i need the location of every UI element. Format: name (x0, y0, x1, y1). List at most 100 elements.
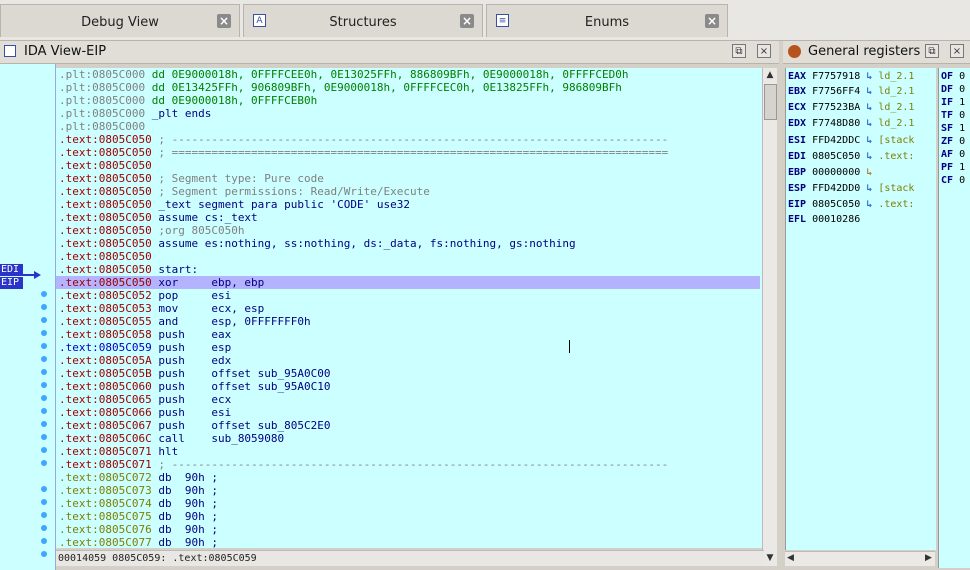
register-value[interactable]: F7757918 (806, 71, 860, 82)
disasm-line[interactable]: .text:0805C076 db 90h ; (59, 523, 218, 536)
jump-arrow-icon[interactable]: ↳ (860, 199, 878, 210)
register-row[interactable]: EDI 0805C050 ↳ .text: (788, 150, 914, 163)
register-row[interactable]: EDX F7748D80 ↳ ld_2.1 (788, 117, 914, 130)
breakpoint-dot-icon[interactable] (41, 291, 47, 297)
register-value[interactable]: 00000000 (806, 167, 860, 178)
breakpoint-dot-icon[interactable] (41, 512, 47, 518)
breakpoint-dot-icon[interactable] (41, 538, 47, 544)
flag-row[interactable]: SF 1 (941, 122, 965, 135)
scroll-thumb[interactable] (764, 84, 777, 120)
jump-arrow-icon[interactable]: ↳ (860, 86, 878, 97)
disasm-line[interactable]: .text:0805C067 push offset sub_805C2E0 (59, 419, 331, 432)
flag-row[interactable]: CF 0 (941, 174, 965, 187)
tab-enums[interactable]: ≡ Enums × (486, 4, 728, 37)
flag-row[interactable]: DF 0 (941, 83, 965, 96)
disasm-line[interactable]: .plt:0805C000 dd 0E13425FFh, 906809BFh, … (59, 81, 622, 94)
scroll-up-icon[interactable]: ▲ (764, 70, 776, 80)
close-icon[interactable]: × (705, 14, 719, 28)
flag-value[interactable]: 1 (953, 97, 965, 108)
register-row[interactable]: ECX F77523BA ↳ ld_2.1 (788, 101, 914, 114)
disasm-line[interactable]: .text:0805C072 db 90h ; (59, 471, 218, 484)
close-icon[interactable]: × (950, 44, 964, 58)
disasm-line[interactable]: .text:0805C050 _text segment para public… (59, 198, 410, 211)
disasm-line[interactable]: .text:0805C066 push esi (59, 406, 231, 419)
jump-arrow-icon[interactable]: ↳ (860, 118, 878, 129)
scroll-left-icon[interactable]: ◀ (787, 553, 794, 563)
disasm-line[interactable]: .text:0805C050 (59, 250, 158, 263)
register-row[interactable]: EIP 0805C050 ↳ .text: (788, 198, 914, 211)
breakpoint-dot-icon[interactable] (41, 460, 47, 466)
disasm-line[interactable]: .text:0805C071 ; -----------------------… (59, 458, 668, 471)
float-icon[interactable]: ⧉ (732, 44, 746, 58)
flag-value[interactable]: 0 (953, 136, 965, 147)
disasm-line[interactable]: .text:0805C058 push eax (59, 328, 231, 341)
horizontal-scrollbar[interactable]: ◀ ▶ (785, 551, 935, 566)
vertical-scrollbar[interactable]: ▲ ▼ (762, 68, 777, 566)
disasm-line[interactable]: .text:0805C060 push offset sub_95A0C10 (59, 380, 331, 393)
disasm-line[interactable]: .text:0805C050 ; =======================… (59, 146, 668, 159)
disasm-line[interactable]: .text:0805C074 db 90h ; (59, 497, 218, 510)
disasm-line[interactable]: .text:0805C050 (59, 159, 158, 172)
disasm-line[interactable]: .plt:0805C000 dd 0E9000018h, 0FFFFCEE0h,… (59, 68, 629, 81)
flag-row[interactable]: TF 0 (941, 109, 965, 122)
float-icon[interactable]: ⧉ (925, 44, 939, 58)
register-row[interactable]: EFL 00010286 (788, 213, 860, 226)
flag-value[interactable]: 0 (953, 149, 965, 160)
register-row[interactable]: EBX F7756FF4 ↳ ld_2.1 (788, 85, 914, 98)
flag-value[interactable]: 1 (953, 123, 965, 134)
disasm-line[interactable]: .text:0805C065 push ecx (59, 393, 231, 406)
register-value[interactable]: F77523BA (806, 102, 860, 113)
disasm-line[interactable]: .plt:0805C000 (59, 120, 152, 133)
disasm-line[interactable]: .text:0805C06C call sub_8059080 (59, 432, 284, 445)
flag-value[interactable]: 0 (953, 110, 965, 121)
breakpoint-dot-icon[interactable] (41, 408, 47, 414)
register-row[interactable]: EAX F7757918 ↳ ld_2.1 (788, 70, 914, 83)
flag-value[interactable]: 0 (953, 175, 965, 186)
close-icon[interactable]: × (460, 14, 474, 28)
register-value[interactable]: 0805C050 (806, 151, 860, 162)
disasm-line[interactable]: .text:0805C050 assume cs:_text (59, 211, 258, 224)
register-value[interactable]: FFD42DDC (806, 135, 860, 146)
disassembly-view[interactable]: .plt:0805C000 dd 0E9000018h, 0FFFFCEE0h,… (56, 68, 762, 548)
disasm-line[interactable]: .plt:0805C000 dd 0E9000018h, 0FFFFCEB0h (59, 94, 317, 107)
breakpoint-dot-icon[interactable] (41, 486, 47, 492)
tab-structures[interactable]: A Structures × (243, 4, 483, 37)
disasm-line[interactable]: .text:0805C05B push offset sub_95A0C00 (59, 367, 331, 380)
jump-arrow-icon[interactable]: ↳ (860, 71, 878, 82)
breakpoint-dot-icon[interactable] (41, 499, 47, 505)
breakpoint-dot-icon[interactable] (41, 382, 47, 388)
breakpoint-dot-icon[interactable] (41, 395, 47, 401)
register-value[interactable]: 0805C050 (806, 199, 860, 210)
disasm-line[interactable]: .text:0805C050 ; Segment permissions: Re… (59, 185, 430, 198)
flag-row[interactable]: PF 1 (941, 161, 965, 174)
disasm-line[interactable]: .text:0805C077 db 90h ; (59, 536, 218, 548)
scroll-down-icon[interactable]: ▼ (764, 553, 776, 563)
jump-arrow-icon[interactable]: ↳ (860, 151, 878, 162)
breakpoint-dot-icon[interactable] (41, 421, 47, 427)
breakpoint-dot-icon[interactable] (41, 525, 47, 531)
jump-arrow-icon[interactable]: ↳ (860, 102, 878, 113)
flag-value[interactable]: 0 (953, 71, 965, 82)
register-value[interactable]: F7748D80 (806, 118, 860, 129)
register-value[interactable]: F7756FF4 (806, 86, 860, 97)
registers-pane[interactable]: EAX F7757918 ↳ ld_2.1 EBX F7756FF4 ↳ ld_2… (785, 68, 936, 550)
tab-debug-view[interactable]: Debug View × (0, 4, 240, 37)
flag-row[interactable]: OF 0 (941, 70, 965, 83)
flags-pane[interactable]: OF 0 DF 0 IF 1 TF 0 SF 1 ZF 0 AF 0 PF 1 CF 0 (938, 68, 970, 568)
flag-row[interactable]: AF 0 (941, 148, 965, 161)
flag-value[interactable]: 1 (953, 162, 965, 173)
register-row[interactable]: ESI FFD42DDC ↳ [stack (788, 134, 914, 147)
close-icon[interactable]: × (217, 14, 231, 28)
breakpoint-dot-icon[interactable] (41, 317, 47, 323)
disasm-line[interactable]: .text:0805C05A push edx (59, 354, 231, 367)
breakpoint-dot-icon[interactable] (41, 343, 47, 349)
disasm-line[interactable]: .text:0805C050 start: (59, 263, 198, 276)
register-value[interactable]: FFD42DD0 (806, 183, 860, 194)
jump-arrow-icon[interactable]: ↳ (860, 183, 878, 194)
disasm-line[interactable]: .text:0805C071 hlt (59, 445, 178, 458)
disasm-line[interactable]: .text:0805C075 db 90h ; (59, 510, 218, 523)
breakpoint-dot-icon[interactable] (41, 330, 47, 336)
flag-row[interactable]: IF 1 (941, 96, 965, 109)
close-icon[interactable]: × (757, 44, 771, 58)
disasm-line[interactable]: .text:0805C050 xor ebp, ebp (56, 276, 760, 289)
